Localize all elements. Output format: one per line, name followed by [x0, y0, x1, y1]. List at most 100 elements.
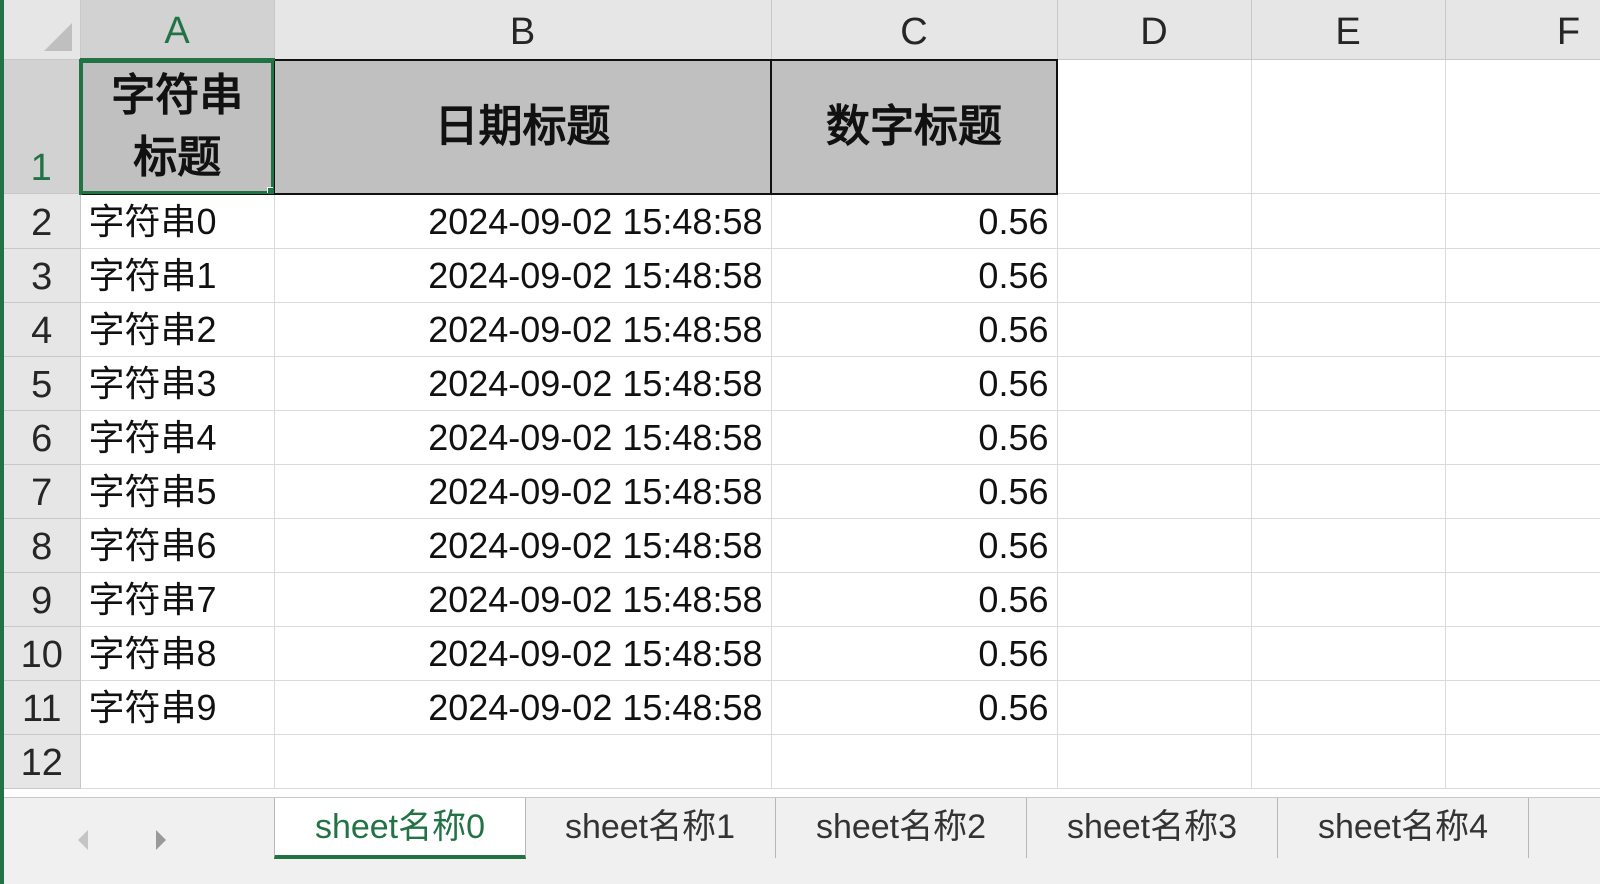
- column-header-a[interactable]: A: [80, 0, 275, 61]
- row-header-11[interactable]: 11: [4, 680, 81, 735]
- tab-sheet2[interactable]: sheet名称2: [776, 798, 1027, 858]
- cell-d10[interactable]: [1057, 626, 1252, 681]
- cell-f3[interactable]: [1445, 248, 1600, 303]
- cell-c7[interactable]: 0.56: [771, 464, 1058, 519]
- cell-d1[interactable]: [1057, 59, 1252, 194]
- cell-f2[interactable]: [1445, 193, 1600, 249]
- chevron-right-icon[interactable]: [156, 830, 166, 850]
- cell-a2[interactable]: 字符串0: [80, 193, 275, 249]
- cell-a9[interactable]: 字符串7: [80, 572, 275, 627]
- cell-f12[interactable]: [1445, 734, 1600, 789]
- cell-f11[interactable]: [1445, 680, 1600, 735]
- fill-handle[interactable]: [267, 186, 272, 192]
- cell-f8[interactable]: [1445, 518, 1600, 573]
- cell-e11[interactable]: [1251, 680, 1446, 735]
- cell-d8[interactable]: [1057, 518, 1252, 573]
- cell-e12[interactable]: [1251, 734, 1446, 789]
- cell-e7[interactable]: [1251, 464, 1446, 519]
- row-header-4[interactable]: 4: [4, 302, 81, 357]
- tab-sheet0[interactable]: sheet名称0: [274, 798, 526, 859]
- row-header-8[interactable]: 8: [4, 518, 81, 573]
- cell-e2[interactable]: [1251, 193, 1446, 249]
- cell-e1[interactable]: [1251, 59, 1446, 194]
- chevron-left-icon[interactable]: [78, 830, 88, 850]
- cell-a12[interactable]: [80, 734, 275, 789]
- cell-f10[interactable]: [1445, 626, 1600, 681]
- cell-e6[interactable]: [1251, 410, 1446, 465]
- row-header-5[interactable]: 5: [4, 356, 81, 411]
- cell-b7[interactable]: 2024-09-02 15:48:58: [274, 464, 772, 519]
- header-cell-c1[interactable]: 数字标题: [770, 58, 1058, 195]
- row-header-3[interactable]: 3: [4, 248, 81, 303]
- cell-b4[interactable]: 2024-09-02 15:48:58: [274, 302, 772, 357]
- header-cell-b1[interactable]: 日期标题: [273, 58, 772, 195]
- cell-f5[interactable]: [1445, 356, 1600, 411]
- cell-b8[interactable]: 2024-09-02 15:48:58: [274, 518, 772, 573]
- cell-c11[interactable]: 0.56: [771, 680, 1058, 735]
- cell-b11[interactable]: 2024-09-02 15:48:58: [274, 680, 772, 735]
- cell-b9[interactable]: 2024-09-02 15:48:58: [274, 572, 772, 627]
- column-header-e[interactable]: E: [1251, 0, 1446, 60]
- cell-f4[interactable]: [1445, 302, 1600, 357]
- cell-d6[interactable]: [1057, 410, 1252, 465]
- cell-a8[interactable]: 字符串6: [80, 518, 275, 573]
- row-header-12[interactable]: 12: [4, 734, 81, 789]
- cell-c3[interactable]: 0.56: [771, 248, 1058, 303]
- column-header-c[interactable]: C: [771, 0, 1058, 60]
- cell-b10[interactable]: 2024-09-02 15:48:58: [274, 626, 772, 681]
- cell-c2[interactable]: 0.56: [771, 193, 1058, 249]
- cell-e5[interactable]: [1251, 356, 1446, 411]
- cell-a5[interactable]: 字符串3: [80, 356, 275, 411]
- tab-sheet1[interactable]: sheet名称1: [525, 798, 776, 858]
- cell-c12[interactable]: [771, 734, 1058, 789]
- cell-c6[interactable]: 0.56: [771, 410, 1058, 465]
- column-header-f[interactable]: F: [1445, 0, 1600, 60]
- cell-a6[interactable]: 字符串4: [80, 410, 275, 465]
- cell-f9[interactable]: [1445, 572, 1600, 627]
- cell-a10[interactable]: 字符串8: [80, 626, 275, 681]
- cell-c9[interactable]: 0.56: [771, 572, 1058, 627]
- table-row: 6 字符串4 2024-09-02 15:48:58 0.56: [4, 410, 1600, 465]
- row-header-10[interactable]: 10: [4, 626, 81, 681]
- column-header-d[interactable]: D: [1057, 0, 1252, 60]
- cell-a11[interactable]: 字符串9: [80, 680, 275, 735]
- header-cell-a1[interactable]: 字符串 标题: [79, 58, 275, 195]
- cell-e9[interactable]: [1251, 572, 1446, 627]
- cell-b5[interactable]: 2024-09-02 15:48:58: [274, 356, 772, 411]
- cell-e4[interactable]: [1251, 302, 1446, 357]
- row-header-1[interactable]: 1: [4, 59, 82, 194]
- cell-d7[interactable]: [1057, 464, 1252, 519]
- cell-d3[interactable]: [1057, 248, 1252, 303]
- cell-f6[interactable]: [1445, 410, 1600, 465]
- cell-f1[interactable]: [1445, 59, 1600, 194]
- cell-b3[interactable]: 2024-09-02 15:48:58: [274, 248, 772, 303]
- row-header-7[interactable]: 7: [4, 464, 81, 519]
- cell-d12[interactable]: [1057, 734, 1252, 789]
- cell-d9[interactable]: [1057, 572, 1252, 627]
- select-all-button[interactable]: [4, 0, 81, 60]
- cell-d4[interactable]: [1057, 302, 1252, 357]
- tab-sheet3[interactable]: sheet名称3: [1027, 798, 1278, 858]
- tab-sheet4[interactable]: sheet名称4: [1278, 798, 1529, 858]
- cell-e10[interactable]: [1251, 626, 1446, 681]
- cell-d2[interactable]: [1057, 193, 1252, 249]
- cell-c5[interactable]: 0.56: [771, 356, 1058, 411]
- row-header-9[interactable]: 9: [4, 572, 81, 627]
- cell-f7[interactable]: [1445, 464, 1600, 519]
- row-header-6[interactable]: 6: [4, 410, 81, 465]
- cell-e8[interactable]: [1251, 518, 1446, 573]
- cell-c10[interactable]: 0.56: [771, 626, 1058, 681]
- cell-a7[interactable]: 字符串5: [80, 464, 275, 519]
- column-header-b[interactable]: B: [274, 0, 772, 60]
- cell-a4[interactable]: 字符串2: [80, 302, 275, 357]
- cell-a3[interactable]: 字符串1: [80, 248, 275, 303]
- cell-b12[interactable]: [274, 734, 772, 789]
- cell-e3[interactable]: [1251, 248, 1446, 303]
- cell-c8[interactable]: 0.56: [771, 518, 1058, 573]
- cell-c4[interactable]: 0.56: [771, 302, 1058, 357]
- cell-d11[interactable]: [1057, 680, 1252, 735]
- cell-b2[interactable]: 2024-09-02 15:48:58: [274, 193, 772, 249]
- cell-b6[interactable]: 2024-09-02 15:48:58: [274, 410, 772, 465]
- cell-d5[interactable]: [1057, 356, 1252, 411]
- row-header-2[interactable]: 2: [4, 193, 81, 249]
